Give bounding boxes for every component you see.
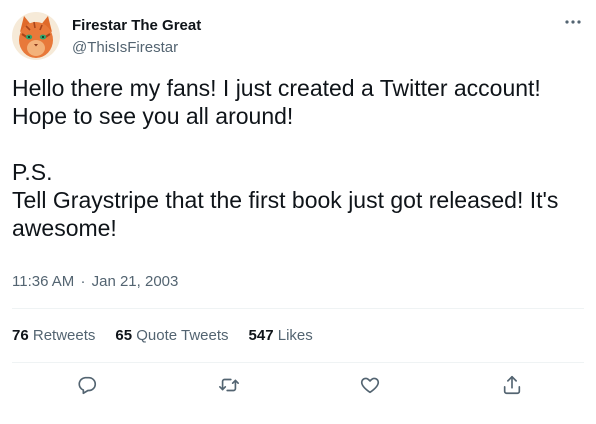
tweet-text: Hello there my fans! I just created a Tw… [12,74,582,242]
tweet-card: Firestar The Great @ThisIsFirestar Hello… [0,0,596,424]
quote-tweets-count: 65 [115,327,133,344]
likes-count: 547 [248,327,274,344]
author-handle[interactable]: @ThisIsFirestar [72,38,178,58]
retweets-count: 76 [12,327,29,344]
tweet-line: Tell Graystripe that the first book just… [12,187,559,213]
tweet-date[interactable]: Jan 21, 2003 [92,273,179,290]
retweets-stat[interactable]: 76 Retweets [12,326,95,346]
avatar[interactable] [12,12,60,60]
likes-stat[interactable]: 547 Likes [249,326,313,346]
quote-tweets-stat[interactable]: 65 Quote Tweets [115,326,228,346]
retweets-label: Retweets [32,327,96,344]
like-icon[interactable] [359,374,383,398]
share-icon[interactable] [501,374,525,398]
divider [12,308,584,309]
quote-tweets-label: Quote Tweets [136,327,229,344]
engagement-stats: 76 Retweets 65 Quote Tweets 547 Likes [12,326,333,346]
tweet-line: P.S. [12,159,53,185]
tweet-line: Hello there my fans! I just created a Tw… [12,75,541,101]
reply-icon[interactable] [76,374,100,398]
orange-cat-avatar-icon [12,12,60,60]
divider [12,362,584,363]
more-options-icon[interactable] [562,11,584,33]
author-display-name[interactable]: Firestar The Great [72,16,201,36]
meta-separator: · [80,273,86,290]
retweet-icon[interactable] [218,374,242,398]
tweet-line: Hope to see you all around! [12,103,294,129]
tweet-timestamp: 11:36 AM · Jan 21, 2003 [12,272,178,292]
likes-label: Likes [277,327,313,344]
tweet-time[interactable]: 11:36 AM [12,273,74,290]
tweet-line: awesome! [12,215,117,241]
